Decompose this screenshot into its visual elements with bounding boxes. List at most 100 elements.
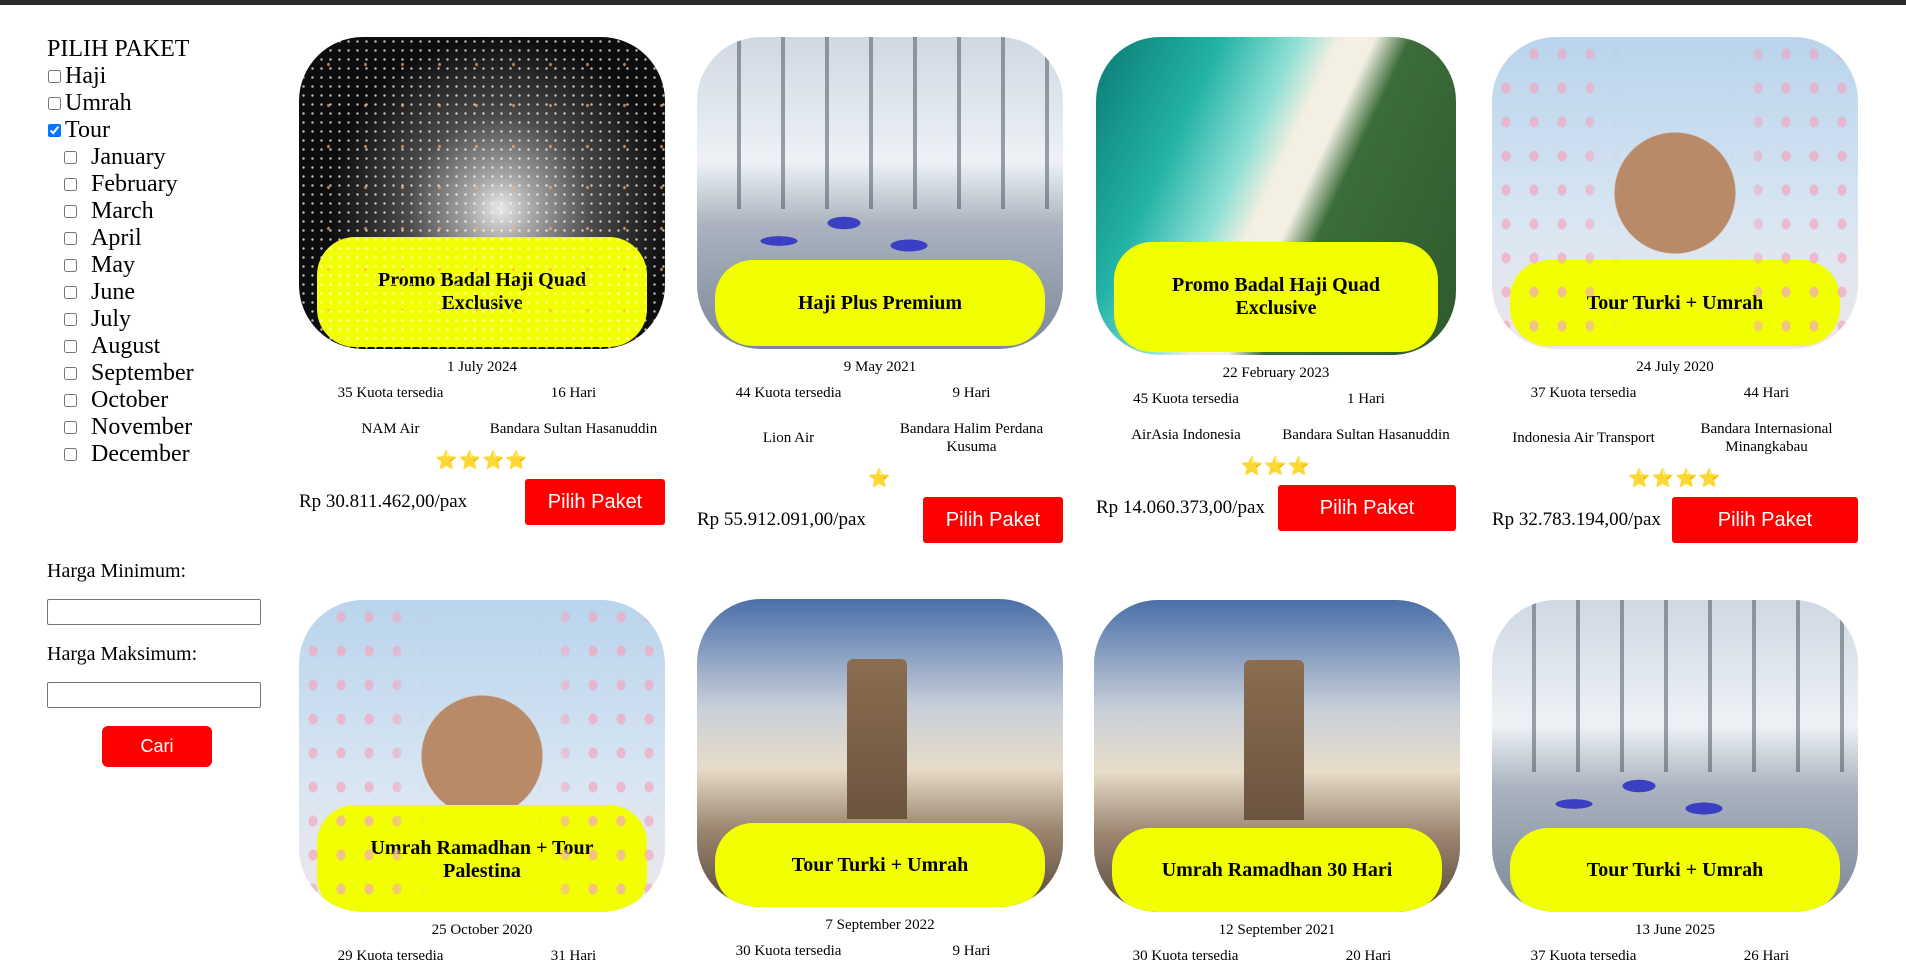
- min-price-label: Harga Minimum:: [47, 560, 187, 582]
- package-photo: Tour Turki + Umrah: [1492, 600, 1858, 912]
- month-august[interactable]: August: [47, 333, 277, 360]
- month-label: December: [91, 441, 190, 467]
- package-date: 22 February 2023: [1222, 365, 1330, 381]
- month-checkbox[interactable]: [64, 205, 77, 218]
- category-tour-checkbox[interactable]: [48, 124, 61, 137]
- month-label: November: [91, 414, 193, 440]
- month-label: January: [91, 144, 166, 170]
- month-february[interactable]: February: [47, 171, 277, 198]
- month-checkbox[interactable]: [64, 421, 77, 434]
- package-card: Umrah Ramadhan 30 Hari 12 September 2021…: [1094, 600, 1460, 965]
- month-checkbox[interactable]: [64, 394, 77, 407]
- package-info: 30 Kuota tersedia 20 Hari: [1094, 948, 1460, 965]
- month-december[interactable]: December: [47, 441, 277, 468]
- package-info: 45 Kuota tersedia 1 Hari: [1096, 391, 1456, 408]
- package-duration: 1 Hari: [1347, 391, 1385, 407]
- month-june[interactable]: June: [47, 279, 277, 306]
- category-tour[interactable]: Tour: [47, 117, 277, 144]
- package-photo: Promo Badal Haji Quad Exclusive: [299, 37, 665, 349]
- month-checkbox[interactable]: [64, 340, 77, 353]
- month-checkbox[interactable]: [64, 178, 77, 191]
- category-label: Haji: [65, 63, 107, 89]
- package-info: 44 Kuota tersedia 9 Hari: [697, 385, 1063, 402]
- package-quota: 37 Kuota tersedia: [1530, 385, 1637, 401]
- month-october[interactable]: October: [47, 387, 277, 414]
- pick-package-button[interactable]: Pilih Paket: [1672, 497, 1858, 543]
- package-title: Promo Badal Haji Quad Exclusive: [1114, 242, 1438, 352]
- month-label: April: [91, 225, 142, 251]
- package-travel-info: AirAsia Indonesia Bandara Sultan Hasanud…: [1096, 426, 1456, 444]
- package-info: 37 Kuota tersedia 26 Hari: [1492, 948, 1858, 965]
- month-label: February: [91, 171, 178, 197]
- package-title: Promo Badal Haji Quad Exclusive: [317, 237, 647, 347]
- package-purchase: Rp 14.060.373,00/pax Pilih Paket: [1096, 485, 1456, 531]
- package-airline: Lion Air: [762, 430, 815, 446]
- package-quota: 30 Kuota tersedia: [735, 943, 842, 959]
- package-quota: 29 Kuota tersedia: [337, 948, 444, 964]
- category-haji[interactable]: Haji: [47, 63, 277, 90]
- package-price: Rp 32.783.194,00/pax: [1492, 509, 1661, 530]
- pick-package-button[interactable]: Pilih Paket: [1278, 485, 1456, 531]
- category-label: Tour: [65, 117, 110, 143]
- package-card: Haji Plus Premium 9 May 2021 44 Kuota te…: [697, 37, 1063, 543]
- package-card: Tour Turki + Umrah 13 June 2025 37 Kuota…: [1492, 600, 1858, 965]
- package-info: 37 Kuota tersedia 44 Hari: [1492, 385, 1858, 402]
- month-checkbox[interactable]: [64, 313, 77, 326]
- filter-title: PILIH PAKET: [47, 36, 190, 62]
- package-photo: Umrah Ramadhan 30 Hari: [1094, 600, 1460, 912]
- month-label: September: [91, 360, 194, 386]
- month-april[interactable]: April: [47, 225, 277, 252]
- category-haji-checkbox[interactable]: [48, 70, 61, 83]
- month-label: July: [91, 306, 132, 332]
- package-price: Rp 55.912.091,00/pax: [697, 509, 866, 530]
- search-button[interactable]: Cari: [102, 726, 212, 767]
- package-info: 30 Kuota tersedia 9 Hari: [697, 943, 1063, 960]
- package-airline: AirAsia Indonesia: [1131, 427, 1241, 443]
- package-photo: Tour Turki + Umrah: [1492, 37, 1858, 349]
- package-quota: 45 Kuota tersedia: [1133, 391, 1239, 407]
- package-travel-info: Indonesia Air Transport Bandara Internas…: [1492, 420, 1858, 456]
- package-price: Rp 14.060.373,00/pax: [1096, 497, 1265, 518]
- month-march[interactable]: March: [47, 198, 277, 225]
- package-airport: Bandara Sultan Hasanuddin: [489, 421, 658, 437]
- month-checkbox[interactable]: [64, 259, 77, 272]
- max-price-input[interactable]: [47, 682, 261, 708]
- package-purchase: Rp 30.811.462,00/pax Pilih Paket: [299, 479, 665, 525]
- month-january[interactable]: January: [47, 144, 277, 171]
- month-checkbox[interactable]: [64, 367, 77, 380]
- month-september[interactable]: September: [47, 360, 277, 387]
- package-info: 35 Kuota tersedia 16 Hari: [299, 385, 665, 402]
- month-checkbox[interactable]: [64, 448, 77, 461]
- package-duration: 20 Hari: [1345, 948, 1392, 964]
- top-bar: [0, 0, 1906, 5]
- pick-package-button[interactable]: Pilih Paket: [923, 497, 1063, 543]
- star-rating: ⭐⭐⭐⭐: [1628, 468, 1722, 488]
- package-duration: 31 Hari: [550, 948, 597, 964]
- package-card: Tour Turki + Umrah 24 July 2020 37 Kuota…: [1492, 37, 1858, 543]
- package-title: Tour Turki + Umrah: [1510, 260, 1840, 346]
- month-label: May: [91, 252, 135, 278]
- package-photo: Promo Badal Haji Quad Exclusive: [1096, 37, 1456, 355]
- package-travel-info: NAM Air Bandara Sultan Hasanuddin: [299, 420, 665, 438]
- month-label: October: [91, 387, 169, 413]
- package-duration: 16 Hari: [550, 385, 597, 401]
- month-july[interactable]: July: [47, 306, 277, 333]
- month-checkbox[interactable]: [64, 232, 77, 245]
- package-quota: 30 Kuota tersedia: [1132, 948, 1239, 964]
- category-umrah-checkbox[interactable]: [48, 97, 61, 110]
- month-may[interactable]: May: [47, 252, 277, 279]
- package-card: Umrah Ramadhan + Tour Palestina 25 Octob…: [299, 600, 665, 965]
- min-price-input[interactable]: [47, 599, 261, 625]
- month-november[interactable]: November: [47, 414, 277, 441]
- package-title: Umrah Ramadhan 30 Hari: [1112, 828, 1442, 912]
- package-date: 13 June 2025: [1635, 922, 1715, 938]
- package-airline: Indonesia Air Transport: [1512, 430, 1655, 446]
- month-checkbox[interactable]: [64, 151, 77, 164]
- package-date: 24 July 2020: [1636, 359, 1714, 375]
- category-umrah[interactable]: Umrah: [47, 90, 277, 117]
- package-date: 9 May 2021: [843, 359, 917, 375]
- month-checkbox[interactable]: [64, 286, 77, 299]
- package-info: 29 Kuota tersedia 31 Hari: [299, 948, 665, 965]
- pick-package-button[interactable]: Pilih Paket: [525, 479, 665, 525]
- package-title: Tour Turki + Umrah: [1510, 828, 1840, 912]
